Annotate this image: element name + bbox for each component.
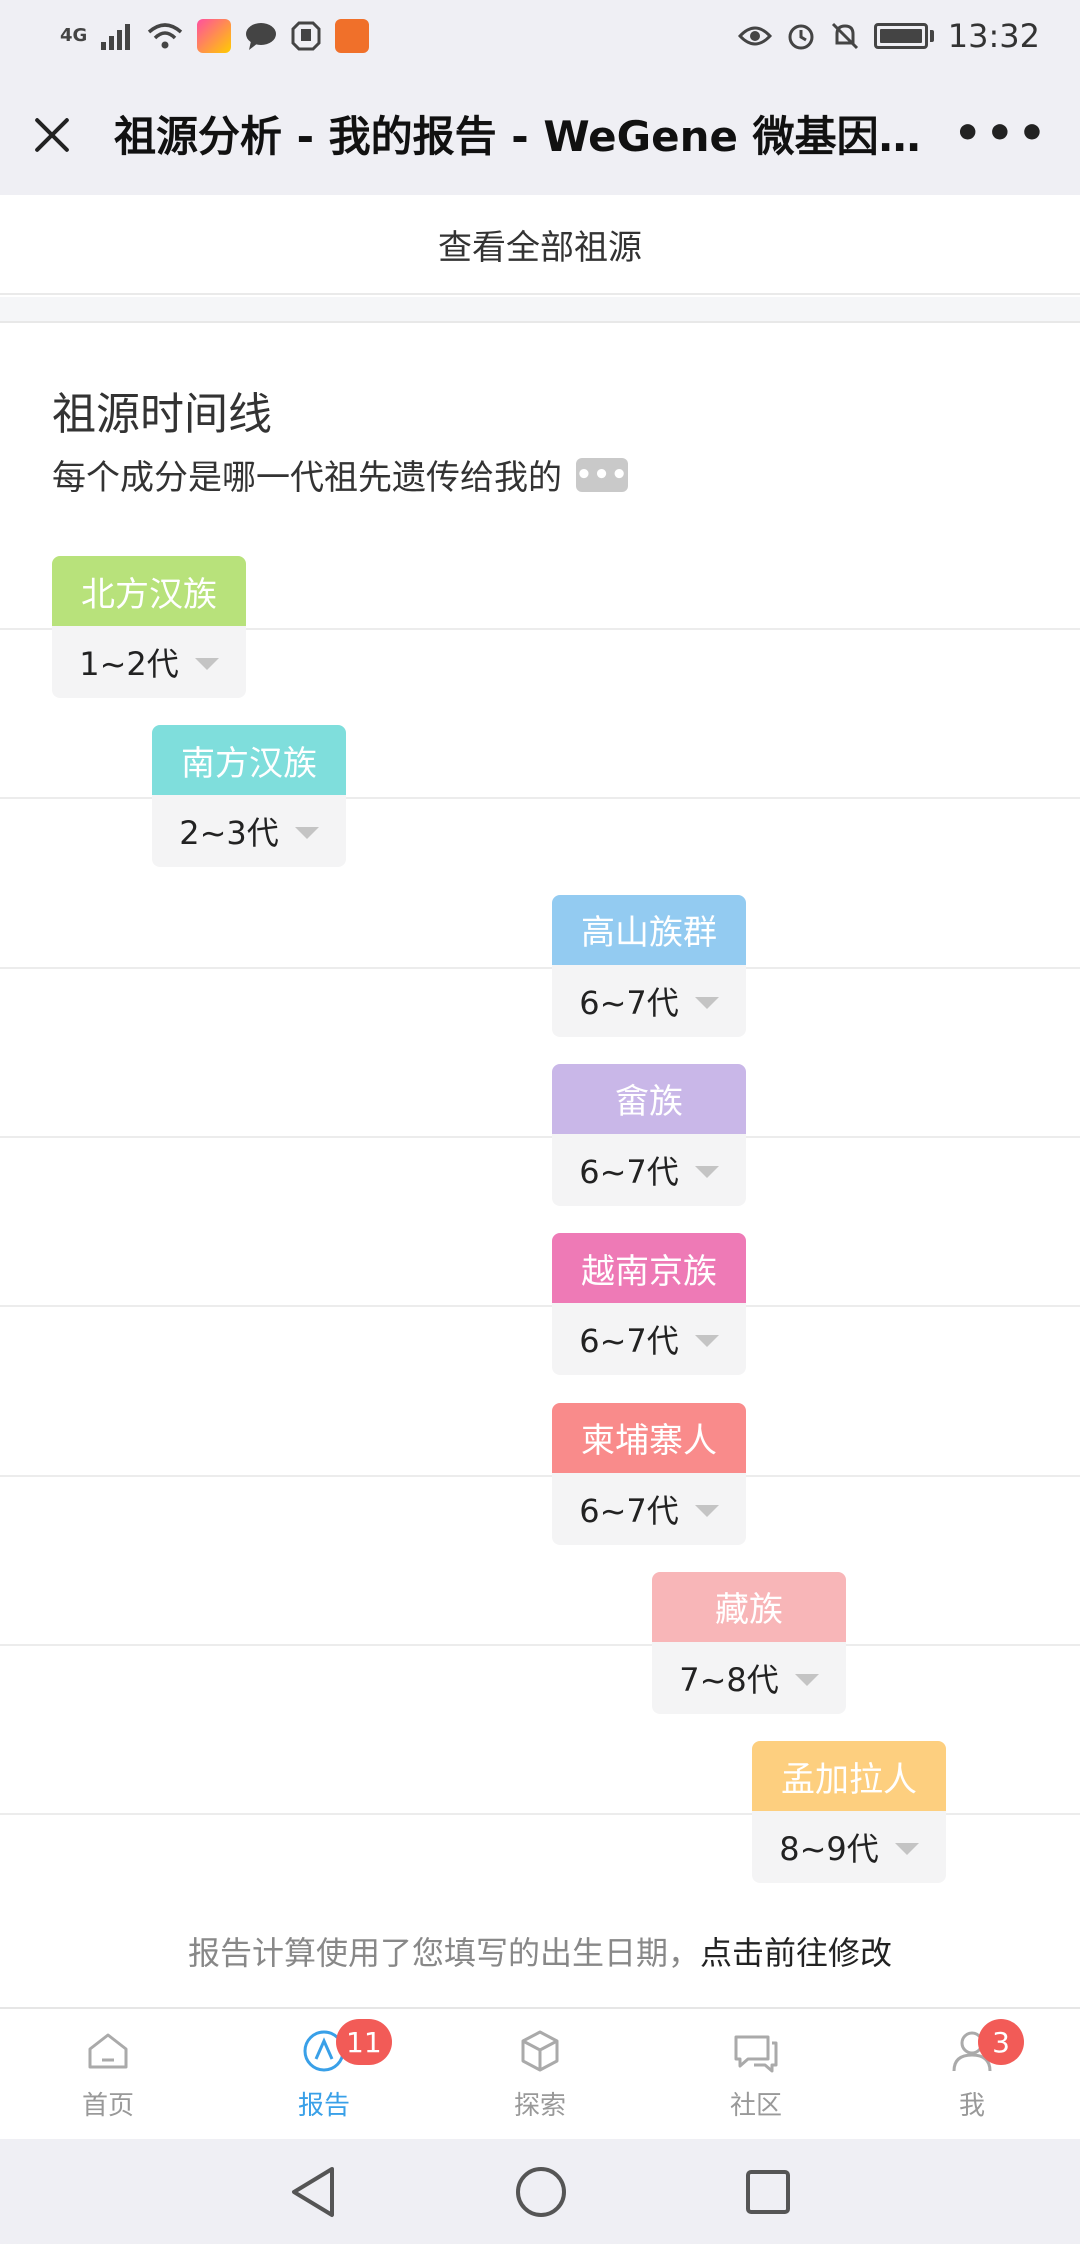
clock-time: 13:32 [947,17,1040,55]
generation-value: 6~7代 [579,1491,679,1530]
timeline-ancestry-card: 柬埔寨人 6~7代 [552,1402,746,1545]
timeline-ancestry-card: 北方汉族 1~2代 [52,556,246,698]
generation-dropdown[interactable]: 7~8代 [652,1641,846,1714]
bottom-tab-bar: 首页 报告 11 探索 社区 我 3 [0,2007,1080,2139]
recents-icon[interactable] [744,2168,792,2216]
timeline-ancestry-card: 越南京族 6~7代 [552,1233,746,1376]
ancestry-name-label: 南方汉族 [152,725,346,796]
generation-value: 6~7代 [579,1152,679,1191]
generation-dropdown[interactable]: 6~7代 [552,1133,746,1206]
caret-down-icon [794,1673,819,1686]
chat-bubble-icon [246,23,277,50]
battery-icon [873,23,934,49]
caret-down-icon [294,827,319,840]
timeline-ancestry-card: 畲族 6~7代 [552,1063,746,1206]
generation-value: 6~7代 [579,1322,679,1361]
caret-down-icon [694,1335,719,1348]
tab-label: 探索 [513,2090,566,2121]
ancestry-name-label: 孟加拉人 [752,1741,946,1812]
tab-label: 首页 [81,2090,134,2121]
generation-dropdown[interactable]: 6~7代 [552,964,746,1037]
section-divider [0,297,1080,323]
wifi-icon [148,23,183,49]
ancestry-name-label: 藏族 [652,1571,846,1642]
ancestry-name-label: 北方汉族 [52,556,246,626]
generation-dropdown[interactable]: 6~7代 [552,1472,746,1545]
ancestry-name-label: 柬埔寨人 [552,1402,746,1473]
tab-label: 社区 [729,2090,782,2121]
info-more-icon[interactable]: ••• [576,457,628,492]
tab-home[interactable]: 首页 [0,2009,216,2139]
timeline-ancestry-card: 高山族群 6~7代 [552,894,746,1037]
home-circle-icon[interactable] [514,2165,568,2219]
timeline-ancestry-card: 南方汉族 2~3代 [152,725,346,868]
note-text: 报告计算使用了您填写的出生日期， [187,1934,700,1972]
signal-bars-icon [101,24,131,50]
tab-report[interactable]: 报告 11 [216,2009,432,2139]
caret-down-icon [194,658,219,670]
cube-icon [521,2030,559,2071]
home-icon [88,2033,128,2068]
status-left: 4G [60,19,370,53]
status-right: 13:32 [737,17,1040,55]
video-app-icon [197,19,232,53]
signal-icon: 4G [60,25,88,46]
alarm-icon [788,24,814,50]
birthdate-note: 报告计算使用了您填写的出生日期，点击前往修改 [0,1928,1080,1974]
caret-down-icon [694,1504,719,1517]
status-bar: 4G 13:32 [0,0,1080,72]
generation-dropdown[interactable]: 1~2代 [52,626,246,698]
caret-down-icon [694,1165,719,1178]
timeline-row-line [0,1643,1080,1646]
ancestry-name-label: 畲族 [552,1063,746,1134]
timeline-ancestry-card: 孟加拉人 8~9代 [752,1741,946,1884]
generation-dropdown[interactable]: 8~9代 [752,1811,946,1884]
tab-me[interactable]: 我 3 [864,2009,1080,2139]
tab-label: 报告 [297,2090,350,2121]
close-icon[interactable] [30,112,74,156]
tab-community[interactable]: 社区 [648,2009,864,2139]
generation-dropdown[interactable]: 2~3代 [152,795,346,868]
back-icon[interactable] [288,2165,338,2219]
caret-down-icon [894,1843,919,1856]
tab-label: 我 [958,2090,985,2121]
chat-icon [734,2035,778,2072]
ancestry-name-label: 高山族群 [552,894,746,965]
timeline-subtitle: 每个成分是哪一代祖先遗传给我的 [52,458,562,498]
title-bar: 祖源分析 - 我的报告 - WeGene 微基因 - 专... ••• [0,72,1080,195]
notification-badge: 3 [978,2019,1024,2065]
generation-value: 8~9代 [779,1830,879,1869]
game-app-icon [335,19,370,53]
android-nav-bar [0,2139,1080,2244]
timeline-subtitle-row: 每个成分是哪一代祖先遗传给我的 ••• [52,450,628,499]
timeline-title: 祖源时间线 [52,389,272,440]
caret-down-icon [694,996,719,1009]
mute-bell-icon [831,22,858,50]
generation-value: 7~8代 [679,1660,779,1699]
view-all-ancestry-button[interactable]: 查看全部祖源 [0,195,1080,295]
edit-birthdate-link[interactable]: 点击前往修改 [700,1934,892,1972]
notification-badge: 11 [336,2019,392,2065]
timeline-ancestry-card: 藏族 7~8代 [652,1571,846,1714]
generation-dropdown[interactable]: 6~7代 [552,1303,746,1376]
timeline-row-line [0,1305,1080,1308]
generation-value: 1~2代 [79,645,179,683]
page-title: 祖源分析 - 我的报告 - WeGene 微基因 - 专... [114,112,924,161]
timeline-row-line [0,1135,1080,1138]
timeline-row-line [0,966,1080,969]
eye-icon [737,26,772,46]
shield-app-icon [291,21,321,51]
generation-value: 6~7代 [579,983,679,1022]
tab-explore[interactable]: 探索 [432,2009,648,2139]
ancestry-name-label: 越南京族 [552,1233,746,1304]
more-menu-button[interactable]: ••• [954,108,1050,159]
generation-value: 2~3代 [179,814,279,853]
timeline-row-line [0,1474,1080,1477]
